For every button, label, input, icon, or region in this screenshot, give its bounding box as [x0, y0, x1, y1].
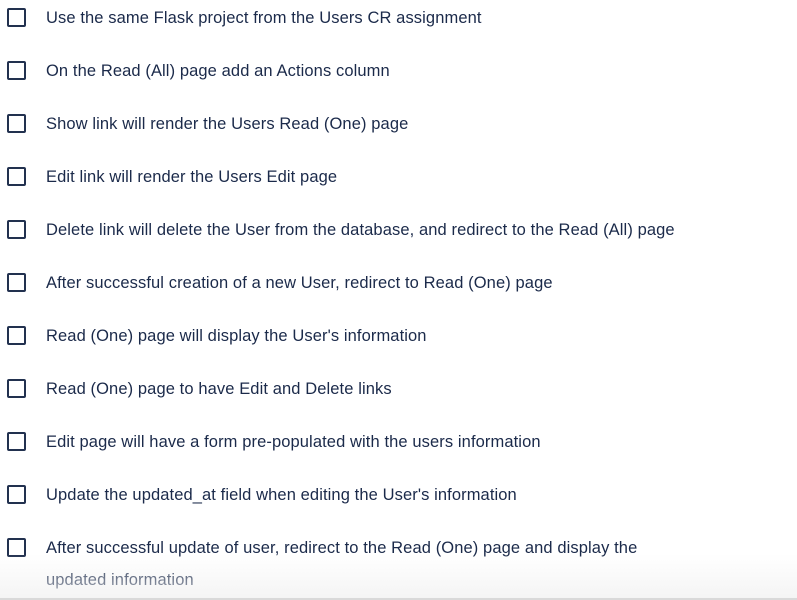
checklist-item: Show link will render the Users Read (On…: [0, 106, 797, 159]
checklist-item-label: After successful update of user, redirec…: [46, 539, 638, 589]
checklist-checkbox[interactable]: [7, 538, 26, 557]
checklist-checkbox[interactable]: [7, 61, 26, 80]
checklist-item: Edit link will render the Users Edit pag…: [0, 159, 797, 212]
checklist-checkbox[interactable]: [7, 432, 26, 451]
checklist-checkbox[interactable]: [7, 273, 26, 292]
checklist-item-label: Update the updated_at field when editing…: [46, 486, 517, 504]
checklist-item: After successful update of user, redirec…: [0, 530, 797, 594]
checklist-item: Delete link will delete the User from th…: [0, 212, 797, 265]
checklist-item: After successful creation of a new User,…: [0, 265, 797, 318]
checklist-item: Read (One) page will display the User's …: [0, 318, 797, 371]
checklist-checkbox[interactable]: [7, 114, 26, 133]
checklist-item: Use the same Flask project from the User…: [0, 0, 797, 53]
checklist-item: On the Read (All) page add an Actions co…: [0, 53, 797, 106]
checklist-item-label: Edit link will render the Users Edit pag…: [46, 168, 338, 186]
checklist-item-label: Show link will render the Users Read (On…: [46, 115, 409, 133]
checklist-checkbox[interactable]: [7, 220, 26, 239]
checklist-item: Read (One) page to have Edit and Delete …: [0, 371, 797, 424]
checklist-item: Edit page will have a form pre-populated…: [0, 424, 797, 477]
checklist-checkbox[interactable]: [7, 326, 26, 345]
checklist-item-label: Read (One) page will display the User's …: [46, 327, 427, 345]
checklist-checkbox[interactable]: [7, 485, 26, 504]
checklist-item: Update the updated_at field when editing…: [0, 477, 797, 530]
checklist-checkbox[interactable]: [7, 379, 26, 398]
checklist-item-label: Read (One) page to have Edit and Delete …: [46, 380, 392, 398]
checklist-item-label: Delete link will delete the User from th…: [46, 221, 675, 239]
checklist-checkbox[interactable]: [7, 8, 26, 27]
task-checklist: Use the same Flask project from the User…: [0, 0, 797, 594]
checklist-item-label: Use the same Flask project from the User…: [46, 9, 482, 27]
checklist-item-label: On the Read (All) page add an Actions co…: [46, 62, 390, 80]
checklist-item-label: After successful creation of a new User,…: [46, 274, 553, 292]
checklist-checkbox[interactable]: [7, 167, 26, 186]
checklist-item-label: Edit page will have a form pre-populated…: [46, 433, 541, 451]
